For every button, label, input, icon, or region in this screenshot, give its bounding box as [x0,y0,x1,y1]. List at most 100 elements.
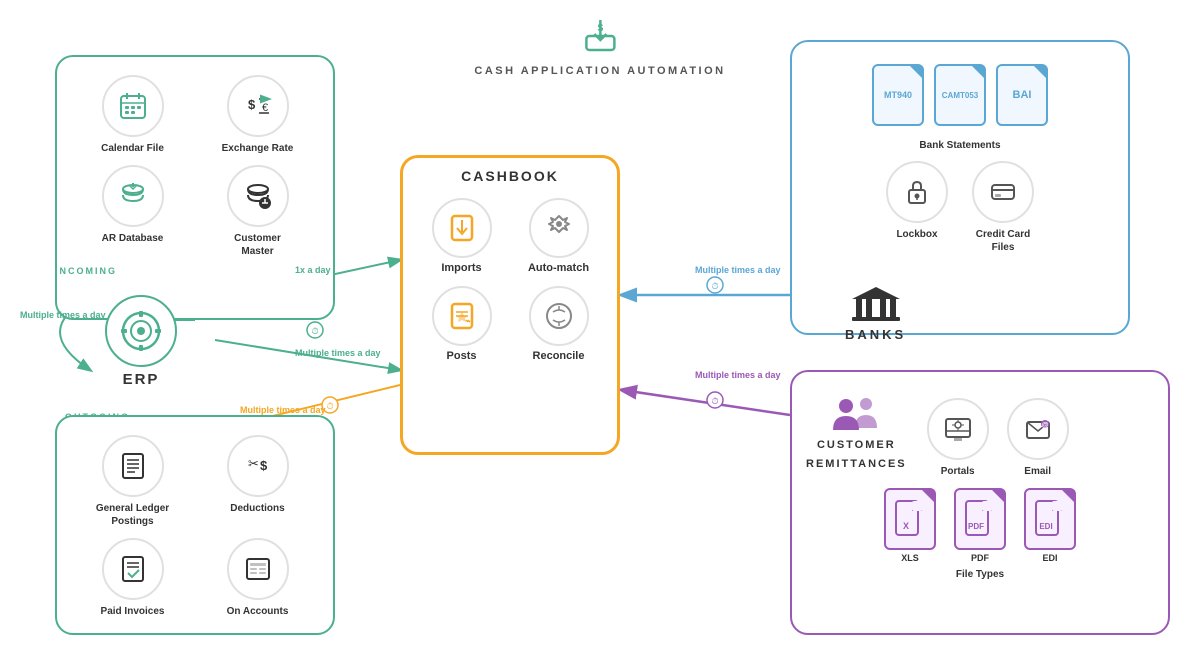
imports-label: Imports [441,262,481,274]
calendar-label: Calendar File [101,142,164,155]
ledger-icon [102,435,164,497]
icon-item-ar: AR Database [75,165,190,258]
edi-icon: EDI [1024,488,1076,550]
on-accounts-icon [227,538,289,600]
icon-item-exchange: $ € Exchange Rate [200,75,315,155]
icon-item-calendar: Calendar File [75,75,190,155]
icon-item-customer: CustomerMaster [200,165,315,258]
reconcile-label: Reconcile [533,350,585,362]
email-icon: @ [1007,398,1069,460]
edi-card: EDI EDI [1024,488,1076,563]
lockbox-icon [886,161,948,223]
incoming-box: Calendar File $ € Exchange Rate [55,55,335,320]
svg-text:X: X [903,521,909,531]
diagram: ⏱ ⏱ ⏱ ⏱ $ [0,0,1200,667]
bai-icon: BAI [996,64,1048,126]
annotation-1x: 1x a day [295,265,331,277]
banks-box: MT940 CAMT053 BAI Bank Statements [790,40,1130,335]
title-icon: $ [474,18,725,61]
icon-item-deductions: ✂ $ Deductions [200,435,315,528]
icon-item-paid-invoices: Paid Invoices [75,538,190,618]
cashbook-posts: Posts [419,286,504,362]
imports-icon [432,198,492,258]
customer-master-icon [227,165,289,227]
lockbox-label: Lockbox [896,228,937,241]
cashbook-box: CASHBOOK Imports [400,155,620,455]
svg-text:⏱: ⏱ [326,401,333,411]
remittances-people-icon [831,394,881,434]
remittances-title-1: CUSTOMER [817,438,896,453]
deductions-label: Deductions [230,502,284,515]
exchange-label: Exchange Rate [222,142,294,155]
camt053-card: CAMT053 [934,64,986,126]
xls-icon: X [884,488,936,550]
camt053-icon: CAMT053 [934,64,986,126]
annotation-blue-multiple: Multiple times a day [695,265,781,277]
banks-text-label: BANKS [845,327,906,342]
banks-label-area: BANKS [845,285,906,342]
cashbook-automatch: Auto-match [516,198,601,274]
incoming-label: INCOMING [55,266,117,276]
icon-item-ledger: General LedgerPostings [75,435,190,528]
cashbook-title: CASHBOOK [461,168,559,184]
erp-circle [105,295,177,367]
credit-card-label: Credit CardFiles [976,228,1030,254]
bai-card: BAI [996,64,1048,126]
annotation-purple-multiple: Multiple times a day [695,370,781,382]
title-area: $ CASH APPLICATION AUTOMATION [474,18,725,77]
svg-text:$: $ [597,23,603,34]
portals-item: Portals [927,398,989,478]
credit-card-icon [972,161,1034,223]
mt940-card: MT940 [872,64,924,126]
icon-item-lockbox: Lockbox [886,161,948,254]
erp-area: ERP [105,295,177,388]
automatch-label: Auto-match [528,262,589,274]
paid-invoices-icon [102,538,164,600]
remittances-title-2: REMITTANCES [806,457,907,472]
svg-text:⏱: ⏱ [711,396,718,406]
calendar-icon [102,75,164,137]
cashbook-imports: Imports [419,198,504,274]
bank-building-icon [850,285,902,323]
svg-text:⏱: ⏱ [711,281,718,291]
bank-statements-label: Bank Statements [792,140,1128,151]
remittances-box: CUSTOMER REMITTANCES [790,370,1170,635]
svg-text:PDF: PDF [968,522,984,531]
portals-label: Portals [941,465,975,478]
portals-icon [927,398,989,460]
customer-master-label: CustomerMaster [234,232,281,258]
mt940-icon: MT940 [872,64,924,126]
file-types-label: File Types [956,569,1004,580]
annotation-erp-loop: Multiple times a day [20,310,106,322]
deductions-icon: ✂ $ [227,435,289,497]
ar-database-icon [102,165,164,227]
ar-label: AR Database [102,232,164,245]
posts-icon [432,286,492,346]
exchange-icon: $ € [227,75,289,137]
svg-text:⏱: ⏱ [311,326,318,336]
svg-text:$: $ [260,458,268,473]
cashbook-reconcile: Reconcile [516,286,601,362]
erp-label: ERP [123,371,160,388]
icon-item-on-accounts: On Accounts [200,538,315,618]
svg-text:@: @ [1041,422,1048,429]
reconcile-icon [529,286,589,346]
outgoing-box: General LedgerPostings ✂ $ Deductions [55,415,335,635]
email-label: Email [1024,465,1051,478]
annotation-green-multiple: Multiple times a day [295,348,381,360]
svg-text:$: $ [248,97,256,112]
xls-card: X XLS [884,488,936,563]
svg-text:EDI: EDI [1039,522,1052,531]
email-item: @ Email [1007,398,1069,478]
ledger-label: General LedgerPostings [96,502,169,528]
svg-text:✂: ✂ [248,456,259,471]
posts-label: Posts [447,350,477,362]
svg-text:€: € [262,102,268,114]
page-title: CASH APPLICATION AUTOMATION [474,65,725,77]
paid-invoices-label: Paid Invoices [101,605,165,618]
icon-item-credit-card: Credit CardFiles [972,161,1034,254]
pdf-card: PDF PDF [954,488,1006,563]
pdf-icon: PDF [954,488,1006,550]
on-accounts-label: On Accounts [227,605,289,618]
automatch-icon [529,198,589,258]
